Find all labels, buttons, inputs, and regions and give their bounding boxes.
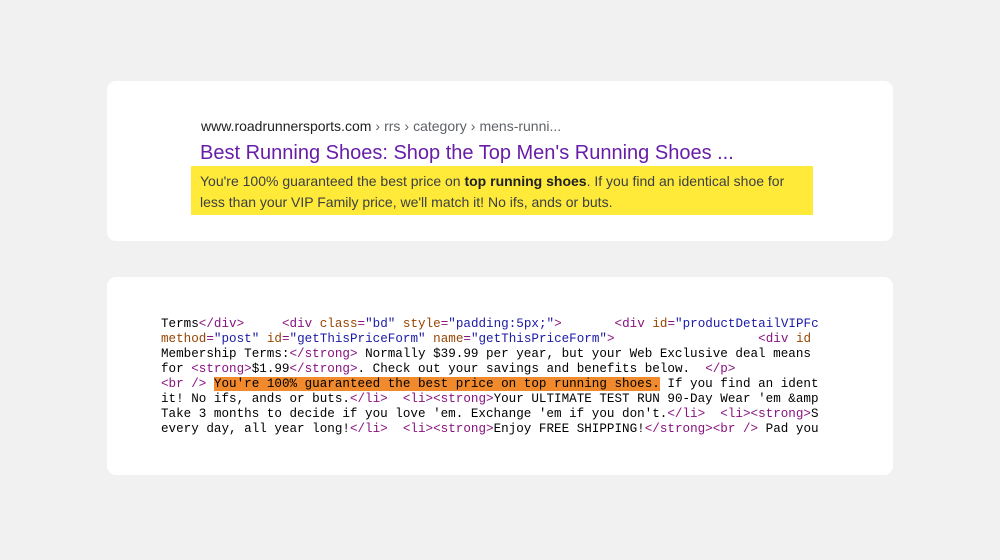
snippet-bold-keyword: top running shoes bbox=[464, 173, 587, 189]
code-tag: <li> bbox=[402, 392, 434, 406]
code-tag: <br /> bbox=[712, 422, 759, 436]
code-text: Take 3 months to decide if you love 'em.… bbox=[161, 407, 668, 421]
code-line: every day, all year long!</li> <li><stro… bbox=[161, 422, 839, 437]
code-attribute: style bbox=[402, 317, 441, 331]
source-code-card: Terms</div> <div class="bd" style="paddi… bbox=[107, 277, 893, 475]
code-text: for bbox=[161, 362, 192, 376]
code-attribute: class bbox=[319, 317, 358, 331]
code-tag: = bbox=[357, 317, 366, 331]
code-text: Your ULTIMATE TEST RUN 90-Day Wear 'em &… bbox=[493, 392, 819, 406]
code-tag: <div bbox=[614, 317, 653, 331]
code-value: "getThisPriceForm" bbox=[289, 332, 426, 346]
code-tag: </strong> bbox=[289, 362, 358, 376]
code-tag: <div bbox=[758, 332, 796, 346]
code-tag: </li> bbox=[667, 407, 706, 421]
code-tag: <br /> bbox=[161, 377, 207, 391]
code-line: it! No ifs, ands or buts.</li> <li><stro… bbox=[161, 392, 839, 407]
code-tag: <strong> bbox=[433, 392, 494, 406]
source-code-view: Terms</div> <div class="bd" style="paddi… bbox=[161, 317, 839, 442]
code-tag: </strong> bbox=[289, 347, 358, 361]
code-line: method="post" id="getThisPriceForm" name… bbox=[161, 332, 839, 347]
code-line: for <strong>$1.99</strong>. Check out yo… bbox=[161, 362, 839, 377]
code-attribute: method bbox=[161, 332, 207, 346]
search-result-card: www.roadrunnersports.com › rrs › category › me… bbox=[107, 81, 893, 241]
code-tag: <strong> bbox=[433, 422, 494, 436]
breadcrumb-separator: › bbox=[470, 118, 476, 134]
code-tag: </div> bbox=[198, 317, 245, 331]
code-tag: = bbox=[463, 332, 471, 346]
result-breadcrumb[interactable]: www.roadrunnersports.com › rrs › category › me… bbox=[201, 117, 561, 135]
code-attribute: name bbox=[433, 332, 464, 346]
code-value: "productDetailVIPFc bbox=[675, 317, 819, 331]
code-tag: > bbox=[554, 317, 562, 331]
code-tag: </p> bbox=[705, 362, 736, 376]
code-text: Membership Terms: bbox=[161, 347, 290, 361]
code-attribute: id bbox=[652, 317, 668, 331]
code-line: Take 3 months to decide if you love 'em.… bbox=[161, 407, 839, 422]
code-line: Membership Terms:</strong> Normally $39.… bbox=[161, 347, 839, 362]
code-line: Terms</div> <div class="bd" style="paddi… bbox=[161, 317, 839, 332]
code-text: every day, all year long! bbox=[161, 422, 350, 436]
breadcrumb-part: category bbox=[413, 118, 467, 134]
breadcrumb-separator: › bbox=[375, 118, 381, 134]
code-tag: </li> bbox=[349, 392, 388, 406]
code-attribute: id bbox=[266, 332, 282, 346]
code-text: Enjoy FREE SHIPPING! bbox=[493, 422, 645, 436]
code-tag: <li> bbox=[720, 407, 751, 421]
snippet-highlight: You're 100% guaranteed the best price on… bbox=[191, 166, 813, 215]
code-tag: = bbox=[206, 332, 214, 346]
code-tag: = bbox=[281, 332, 290, 346]
code-text: S bbox=[810, 407, 819, 421]
code-text: Normally $39.99 per year, but your Web E… bbox=[357, 347, 811, 361]
code-text: . Check out your savings and benefits be… bbox=[357, 362, 706, 376]
result-snippet: You're 100% guaranteed the best price on… bbox=[200, 171, 812, 213]
result-title-link[interactable]: Best Running Shoes: Shop the Top Men's R… bbox=[200, 140, 734, 166]
snippet-text-before: You're 100% guaranteed the best price on bbox=[200, 173, 465, 189]
code-value: "bd" bbox=[365, 317, 396, 331]
code-tag: </strong> bbox=[644, 422, 713, 436]
breadcrumb-part: rrs bbox=[384, 118, 401, 134]
breadcrumb-separator: › bbox=[404, 118, 410, 134]
code-text: Terms bbox=[161, 317, 199, 331]
code-value: "post" bbox=[213, 332, 260, 346]
code-text: it! No ifs, ands or buts. bbox=[161, 392, 350, 406]
code-text: Pad you bbox=[758, 422, 819, 436]
code-highlight: You're 100% guaranteed the best price on… bbox=[213, 377, 660, 391]
code-attribute: id bbox=[795, 332, 812, 346]
code-tag: </li> bbox=[349, 422, 388, 436]
code-tag: <li> bbox=[402, 422, 434, 436]
code-value: "padding:5px;" bbox=[448, 317, 555, 331]
code-text: $1.99 bbox=[251, 362, 290, 376]
code-value: "getThisPriceForm" bbox=[470, 332, 607, 346]
code-text: If you find an ident bbox=[659, 377, 819, 391]
breadcrumb-part: mens-runni... bbox=[479, 118, 562, 134]
code-tag: <div bbox=[281, 317, 320, 331]
code-tag: <strong> bbox=[191, 362, 252, 376]
code-line: <br /> You're 100% guaranteed the best p… bbox=[161, 377, 839, 392]
code-tag: = bbox=[667, 317, 676, 331]
code-tag: > bbox=[606, 332, 615, 346]
breadcrumb-domain: www.roadrunnersports.com bbox=[201, 118, 372, 134]
code-tag: <strong> bbox=[750, 407, 811, 421]
